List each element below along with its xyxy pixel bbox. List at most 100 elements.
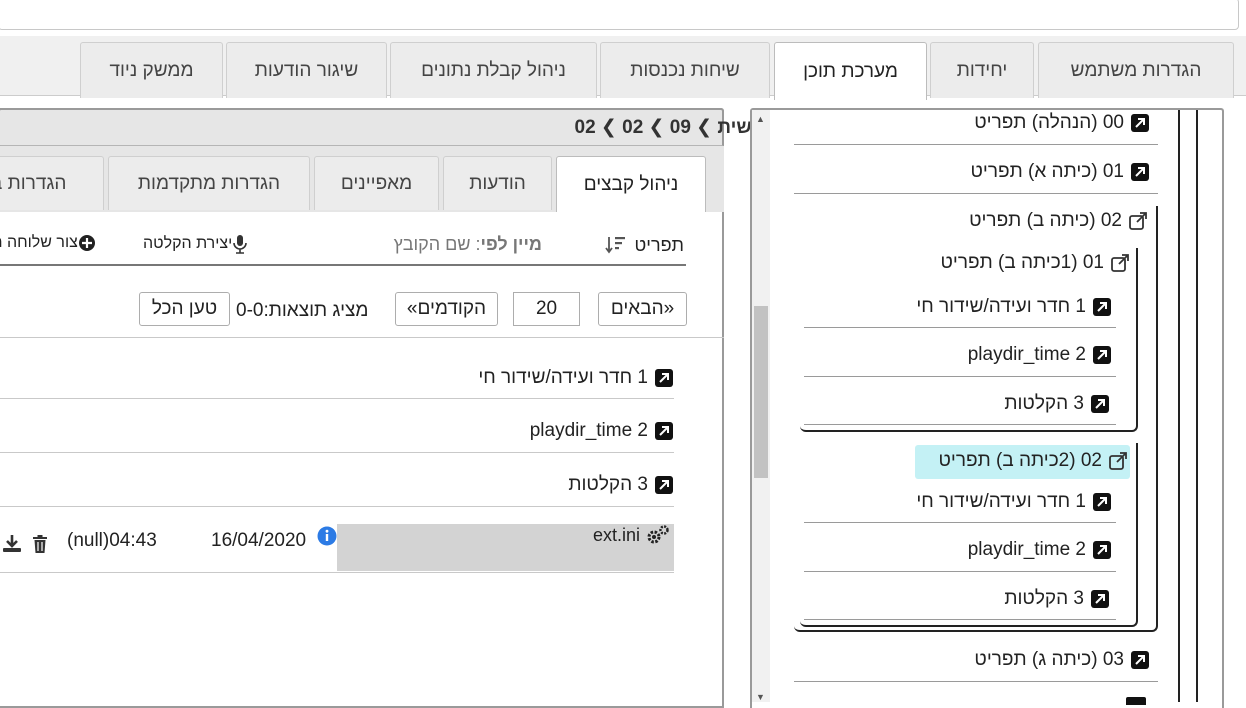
tree-node-label: 1 חדר ועידה/שידור חי <box>916 491 1086 512</box>
tab-units[interactable]: יחידות <box>930 42 1034 98</box>
folder-label: 3 הקלטות <box>568 474 648 495</box>
sort-label: מיין לפי <box>480 234 542 254</box>
tree-divider <box>804 424 1116 425</box>
tree-node-label: 3 הקלטות <box>1004 393 1084 414</box>
folder-label: playdir_time 2 <box>529 420 648 441</box>
sort-value: : שם הקובץ <box>393 234 481 254</box>
tree-node-a3[interactable]: 3 הקלטות <box>1004 393 1110 415</box>
tree-divider <box>794 144 1158 145</box>
previous-page-button[interactable]: הקודמים» <box>395 292 498 326</box>
row-divider <box>0 398 674 399</box>
tab-file-management[interactable]: ניהול קבצים <box>556 156 706 212</box>
folder-row[interactable]: playdir_time 2 <box>530 420 674 442</box>
tab-incoming-calls[interactable]: שיחות נכנסות <box>600 42 770 98</box>
scroll-down-icon[interactable]: ▼ <box>756 692 765 702</box>
tree-node-01[interactable]: 01 (כיתה א) תפריט <box>971 161 1150 183</box>
open-external-icon <box>1129 212 1147 230</box>
tree-node-b1[interactable]: 1 חדר ועידה/שידור חי <box>916 491 1112 513</box>
tab-settings-b[interactable]: הגדרות ב <box>0 156 104 210</box>
tab-messages[interactable]: הודעות <box>443 156 552 210</box>
row-divider <box>0 572 674 573</box>
external-link-icon <box>655 476 673 494</box>
external-link-icon <box>655 369 673 387</box>
menu-label: תפריט <box>634 234 684 255</box>
file-name[interactable]: ext.ini <box>593 524 670 546</box>
folder-row[interactable]: 3 הקלטות <box>568 474 674 496</box>
next-page-button[interactable]: «הבאים <box>598 292 687 326</box>
tree-divider <box>804 619 1116 620</box>
file-date: 16/04/2020 <box>211 530 307 551</box>
tree-node-b2[interactable]: playdir_time 2 <box>968 539 1112 561</box>
top-bar <box>0 0 1239 30</box>
sort-menu-icon <box>604 237 625 254</box>
folder-row[interactable]: 1 חדר ועידה/שידור חי <box>478 367 674 389</box>
page-size-input[interactable]: 20 <box>513 292 580 326</box>
open-external-icon <box>1109 452 1127 470</box>
external-link-icon <box>1093 541 1111 559</box>
tree-node-label: 03 (כיתה ג) תפריט <box>974 649 1124 670</box>
tab-port-interface[interactable]: ממשק ניוד <box>80 42 223 98</box>
tab-send-messages[interactable]: שיגור הודעות <box>226 42 387 98</box>
row-divider <box>0 452 674 453</box>
tree-node-label: 00 (הנהלה) תפריט <box>974 112 1124 133</box>
open-external-icon <box>1111 254 1129 272</box>
tree-scrollbar[interactable]: ▲ ▼ <box>752 110 770 702</box>
pager-divider <box>0 337 724 338</box>
external-link-icon <box>1131 651 1149 669</box>
tree-node-02[interactable]: 02 (כיתה ב) תפריט <box>969 210 1148 232</box>
record-label: יצירת הקלטה <box>143 235 233 252</box>
tree-node-label: playdir_time 2 <box>967 344 1086 365</box>
external-link-icon <box>1126 697 1146 705</box>
tree-node-label: 02 (2כיתה ב) תפריט <box>938 450 1102 471</box>
scroll-thumb[interactable] <box>754 306 768 478</box>
tree-divider <box>794 681 1158 682</box>
create-extension-button[interactable]: צור שלוחה ח <box>0 234 96 252</box>
external-link-icon <box>1131 114 1149 132</box>
tab-properties[interactable]: מאפיינים <box>314 156 439 210</box>
load-all-button[interactable]: טען הכל <box>139 292 230 326</box>
tab-advanced-settings[interactable]: הגדרות מתקדמות <box>108 156 310 210</box>
tree-node-label: 01 (כיתה א) תפריט <box>970 161 1124 182</box>
tab-content-system[interactable]: מערכת תוכן <box>774 42 927 100</box>
tree-line <box>1196 110 1198 702</box>
info-icon[interactable] <box>317 526 337 551</box>
create-recording-button[interactable]: יצירת הקלטה <box>143 234 248 254</box>
folder-label: 1 חדר ועידה/שידור חי <box>478 367 648 388</box>
tree-node-label: playdir_time 2 <box>967 539 1086 560</box>
row-divider <box>0 506 674 507</box>
trash-icon[interactable] <box>32 534 48 559</box>
tree-node-00[interactable]: 00 (הנהלה) תפריט <box>974 112 1150 134</box>
file-info: (null)04:43 <box>67 530 157 551</box>
gears-icon <box>647 525 669 544</box>
external-link-icon <box>1093 346 1111 364</box>
menu-button[interactable]: תפריט <box>604 234 684 256</box>
external-link-icon <box>1131 163 1149 181</box>
results-count: מציג תוצאות:0-0 <box>236 300 369 321</box>
plus-circle-icon <box>78 235 95 251</box>
tree-line <box>1178 110 1180 702</box>
tree-node-label: 01 (1כיתה ב) תפריט <box>940 252 1104 273</box>
tree-divider <box>794 193 1158 194</box>
tab-user-settings[interactable]: הגדרות משתמש <box>1038 42 1234 98</box>
create-label: צור שלוחה ח <box>0 234 78 251</box>
external-link-icon <box>655 422 673 440</box>
sort-by[interactable]: מיין לפי : שם הקובץ <box>394 234 542 255</box>
tree-divider <box>804 571 1116 572</box>
tree-node-0201[interactable]: 01 (1כיתה ב) תפריט <box>941 252 1130 274</box>
tree-divider <box>804 327 1116 328</box>
download-icon[interactable] <box>2 533 22 558</box>
tree-node-label: 02 (כיתה ב) תפריט <box>969 210 1122 231</box>
file-name-label: ext.ini <box>593 524 641 545</box>
tab-data-receipt[interactable]: ניהול קבלת נתונים <box>390 42 597 98</box>
tree-node-a1[interactable]: 1 חדר ועידה/שידור חי <box>916 296 1112 318</box>
tree-node-b3[interactable]: 3 הקלטות <box>1004 588 1110 610</box>
tree-node-03[interactable]: 03 (כיתה ג) תפריט <box>974 649 1150 671</box>
scroll-up-icon[interactable]: ▲ <box>756 114 765 124</box>
tree-node-a2[interactable]: playdir_time 2 <box>968 344 1112 366</box>
tree-node-0202[interactable]: 02 (2כיתה ב) תפריט <box>939 450 1128 472</box>
tree-node-label: 3 הקלטות <box>1004 588 1084 609</box>
tree-node-label: 1 חדר ועידה/שידור חי <box>916 296 1086 317</box>
toolbar-divider <box>0 264 686 266</box>
tree-divider <box>804 376 1116 377</box>
external-link-icon <box>1093 493 1111 511</box>
